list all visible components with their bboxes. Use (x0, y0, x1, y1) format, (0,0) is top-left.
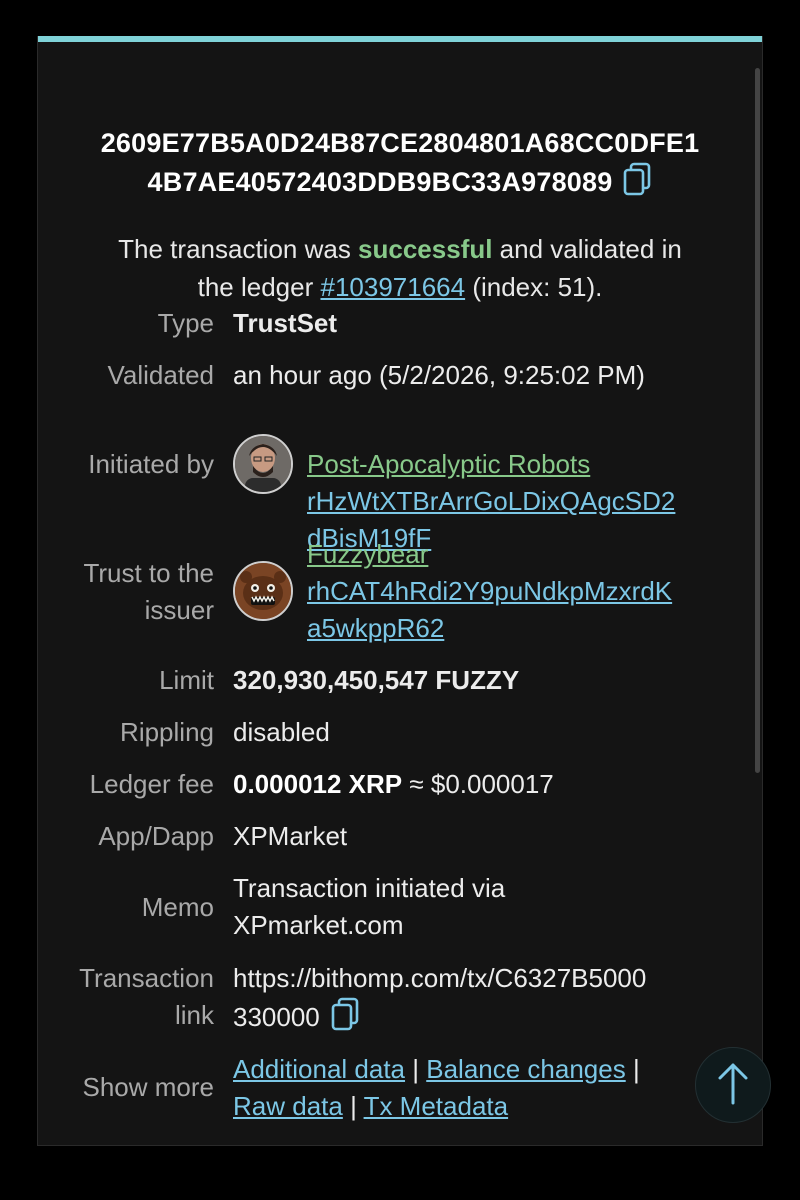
hash-line-1: 2609E77B5A0D24B87CE2804801A68CC0DFE1 (100, 128, 700, 158)
memo-line-1: Transaction initiated via (233, 873, 506, 903)
separator: | (625, 1054, 640, 1084)
link-label-line-1: Transaction (79, 963, 214, 993)
trust-label: Trust to the issuer (24, 555, 214, 629)
show-more-values: Additional data | Balance changes | Raw … (233, 1051, 733, 1125)
copy-link-icon[interactable] (330, 997, 360, 1041)
memo-line-2: XPmarket.com (233, 910, 404, 940)
status-text: the ledger (197, 272, 321, 302)
app-value: XPMarket (233, 821, 348, 851)
status-text: The transaction was (118, 234, 359, 264)
fee-xrp: 0.000012 XRP (233, 769, 403, 799)
transaction-card: 2609E77B5A0D24B87CE2804801A68CC0DFE1 4B7… (37, 36, 763, 1146)
scroll-to-top-button[interactable] (695, 1047, 771, 1123)
initiator-name-link[interactable]: Post-Apocalyptic Robots (307, 449, 590, 479)
issuer-avatar[interactable] (233, 561, 293, 621)
trust-label-line-1: Trust to the (83, 558, 214, 588)
copy-icon[interactable] (622, 162, 652, 206)
transaction-link-value: https://bithomp.com/tx/C6327B5000 330000 (233, 960, 733, 1041)
transaction-hash: 2609E77B5A0D24B87CE2804801A68CC0DFE1 4B7… (38, 124, 762, 206)
trust-label-line-2: issuer (144, 595, 214, 625)
app-label: App/Dapp (98, 821, 214, 851)
status-text: (index: 51). (465, 272, 603, 302)
balance-changes-link[interactable]: Balance changes (426, 1054, 625, 1084)
fee-usd: ≈ $0.000017 (402, 769, 554, 799)
link-label-line-2: link (174, 1000, 214, 1030)
transaction-status: The transaction was successful and valid… (38, 230, 762, 306)
rippling-label: Rippling (120, 717, 214, 747)
validated-value: an hour ago (5/2/2026, 9:25:02 PM) (233, 360, 645, 390)
status-text: and validated in (492, 234, 682, 264)
additional-data-link[interactable]: Additional data (233, 1054, 405, 1084)
memo-text: Transaction initiated via XPmarket.com (233, 870, 733, 944)
memo-label: Memo (141, 892, 214, 922)
separator: | (405, 1054, 427, 1084)
status-successful: successful (358, 234, 493, 264)
tx-metadata-link[interactable]: Tx Metadata (364, 1091, 509, 1121)
issuer-address-line-2[interactable]: a5wkppR62 (307, 613, 444, 643)
issuer-address: rhCAT4hRdi2Y9puNdkpMzxrdK a5wkppR62 (307, 573, 747, 647)
fee-label: Ledger fee (89, 769, 214, 799)
show-more-label: Show more (82, 1072, 215, 1102)
limit-label: Limit (159, 665, 214, 695)
initiated-label: Initiated by (88, 449, 214, 479)
issuer-account: Fuzzybear (307, 536, 747, 573)
type-label: Type (157, 308, 214, 338)
initiator-avatar[interactable] (233, 434, 293, 494)
type-value: TrustSet (233, 308, 338, 338)
arrow-up-icon (716, 1060, 750, 1111)
accent-bar (38, 36, 762, 42)
limit-value: 320,930,450,547 FUZZY (233, 665, 520, 695)
separator: | (342, 1091, 364, 1121)
initiator-account: Post-Apocalyptic Robots (307, 446, 747, 483)
fee-value: 0.000012 XRP ≈ $0.000017 (233, 766, 733, 803)
link-label: Transaction link (24, 960, 214, 1034)
initiator-address-line-1[interactable]: rHzWtXTBrArrGoLDixQAgcSD2 (307, 486, 675, 516)
transaction-link-line-2: 330000 (233, 1002, 320, 1032)
issuer-name-link[interactable]: Fuzzybear (307, 539, 428, 569)
hash-line-2: 4B7AE40572403DDB9BC33A978089 (147, 167, 613, 197)
validated-label: Validated (107, 360, 215, 390)
ledger-link[interactable]: #103971664 (320, 272, 465, 302)
transaction-link-line-1: https://bithomp.com/tx/C6327B5000 (233, 963, 647, 993)
raw-data-link[interactable]: Raw data (233, 1091, 343, 1121)
rippling-value: disabled (233, 717, 330, 747)
issuer-address-line-1[interactable]: rhCAT4hRdi2Y9puNdkpMzxrdK (307, 576, 672, 606)
